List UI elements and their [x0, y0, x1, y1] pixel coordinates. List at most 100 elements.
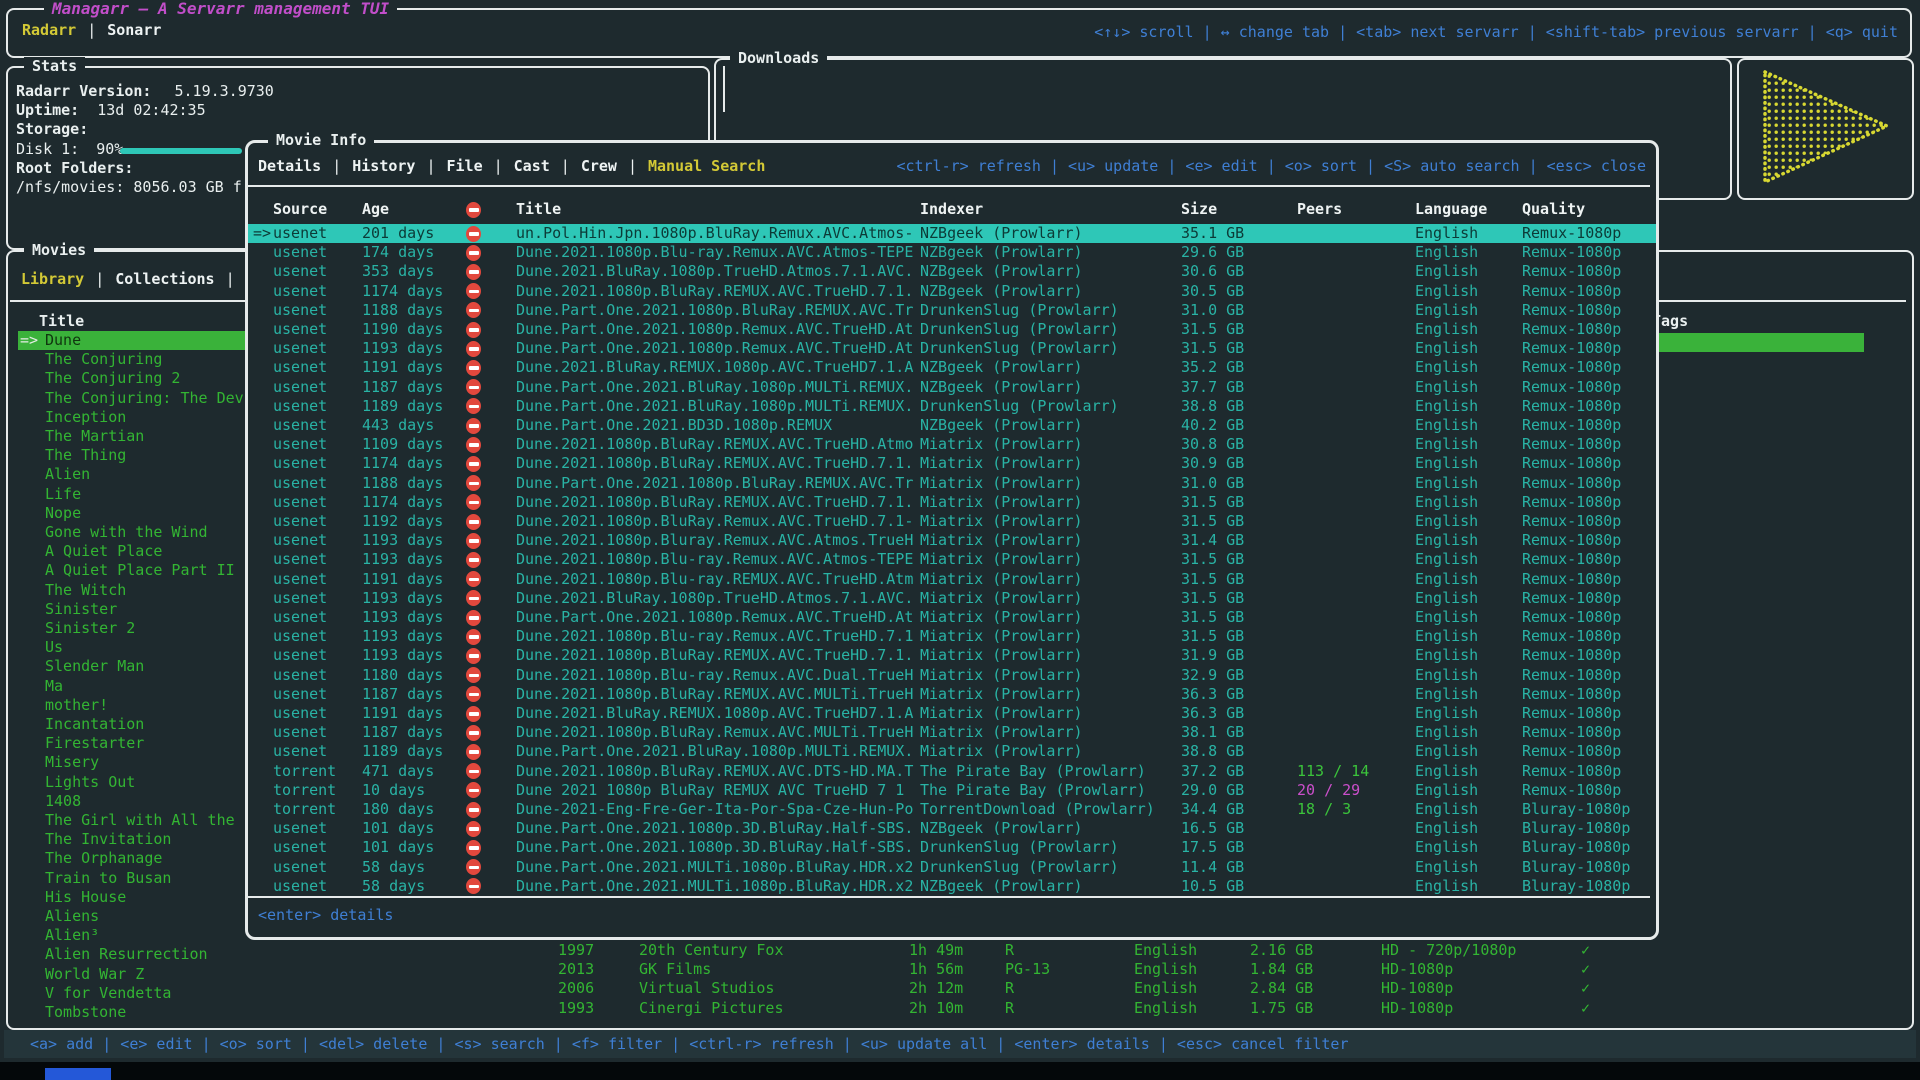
- no-entry-icon: [466, 725, 481, 741]
- tab-history[interactable]: History: [352, 157, 415, 175]
- movie-list-item[interactable]: mother!: [18, 696, 252, 715]
- indexer-cell: DrunkenSlug (Prowlarr): [920, 397, 1119, 416]
- search-result-row[interactable]: usenet1187 daysDune.2021.1080p.BluRay.RE…: [248, 685, 1656, 704]
- movie-list-item[interactable]: Train to Busan: [18, 869, 252, 888]
- search-result-row[interactable]: usenet1109 daysDune.2021.1080p.BluRay.RE…: [248, 435, 1656, 454]
- movie-list-item[interactable]: The Conjuring 2: [18, 369, 252, 388]
- language-cell: English: [1415, 742, 1478, 761]
- movie-list-item[interactable]: Slender Man: [18, 657, 252, 676]
- year-cell: 1993: [558, 999, 594, 1018]
- movie-list-item[interactable]: Inception: [18, 408, 252, 427]
- movie-table-row[interactable]: 2013GK Films1h 56mPG-13English1.84 GBHD-…: [8, 960, 1920, 979]
- search-result-row[interactable]: usenet1180 daysDune.2021.1080p.Blu-ray.R…: [248, 666, 1656, 685]
- movie-list-item[interactable]: Misery: [18, 753, 252, 772]
- quality-cell: Remux-1080p: [1522, 243, 1621, 262]
- tab-crew[interactable]: Crew: [581, 157, 617, 175]
- movie-list-item[interactable]: Life: [18, 485, 252, 504]
- tab-file[interactable]: File: [447, 157, 483, 175]
- tab-details[interactable]: Details: [258, 157, 321, 175]
- tab-sonarr[interactable]: Sonarr: [107, 21, 161, 39]
- search-result-row[interactable]: usenet58 daysDune.Part.One.2021.MULTi.10…: [248, 877, 1656, 896]
- search-result-row[interactable]: usenet1193 daysDune.2021.1080p.Blu-ray.R…: [248, 627, 1656, 646]
- movie-list-item[interactable]: =>Dune: [18, 331, 252, 350]
- tab-library[interactable]: Library: [21, 270, 84, 288]
- movie-list-item[interactable]: Firestarter: [18, 734, 252, 753]
- movie-list-item[interactable]: Lights Out: [18, 773, 252, 792]
- search-result-row[interactable]: usenet1193 daysDune.2021.BluRay.1080p.Tr…: [248, 589, 1656, 608]
- search-result-row[interactable]: usenet1188 daysDune.Part.One.2021.1080p.…: [248, 301, 1656, 320]
- search-result-row[interactable]: usenet1190 daysDune.Part.One.2021.1080p.…: [248, 320, 1656, 339]
- indexer-cell: NZBgeek (Prowlarr): [920, 378, 1083, 397]
- movie-list-item[interactable]: His House: [18, 888, 252, 907]
- movie-list-item[interactable]: Nope: [18, 504, 252, 523]
- search-table-header: Source Age Title Indexer Size Peers Lang…: [248, 200, 1656, 219]
- search-result-row[interactable]: usenet1193 daysDune.2021.1080p.Bluray.Re…: [248, 531, 1656, 550]
- movie-list-item[interactable]: A Quiet Place: [18, 542, 252, 561]
- movie-table-row[interactable]: 199720th Century Fox1h 49mREnglish2.16 G…: [8, 941, 1920, 960]
- search-result-row[interactable]: usenet443 daysDune.Part.One.2021.BD3D.10…: [248, 416, 1656, 435]
- search-result-row[interactable]: usenet1193 daysDune.2021.1080p.BluRay.RE…: [248, 646, 1656, 665]
- movie-list-item[interactable]: Incantation: [18, 715, 252, 734]
- movie-list-item[interactable]: The Witch: [18, 581, 252, 600]
- search-result-row[interactable]: torrent471 daysDune.2021.1080p.BluRay.RE…: [248, 762, 1656, 781]
- tab-manual-search[interactable]: Manual Search: [648, 157, 765, 175]
- movie-list-item[interactable]: A Quiet Place Part II: [18, 561, 252, 580]
- movie-list-item[interactable]: Alien: [18, 465, 252, 484]
- search-result-row[interactable]: usenet101 daysDune.Part.One.2021.1080p.3…: [248, 838, 1656, 857]
- search-result-row[interactable]: usenet101 daysDune.Part.One.2021.1080p.3…: [248, 819, 1656, 838]
- movie-list-item[interactable]: The Martian: [18, 427, 252, 446]
- search-result-row[interactable]: usenet1191 daysDune.2021.BluRay.REMUX.10…: [248, 704, 1656, 723]
- age-cell: 1192 days: [362, 512, 443, 531]
- search-result-row[interactable]: usenet1189 daysDune.Part.One.2021.BluRay…: [248, 397, 1656, 416]
- search-result-row[interactable]: usenet1189 daysDune.Part.One.2021.BluRay…: [248, 742, 1656, 761]
- age-cell: 58 days: [362, 858, 425, 877]
- search-result-row[interactable]: usenet58 daysDune.Part.One.2021.MULTi.10…: [248, 858, 1656, 877]
- search-result-row[interactable]: usenet1193 daysDune.Part.One.2021.1080p.…: [248, 608, 1656, 627]
- movie-list-item[interactable]: The Orphanage: [18, 849, 252, 868]
- movie-list-item[interactable]: 1408: [18, 792, 252, 811]
- indexer-cell: Miatrix (Prowlarr): [920, 589, 1083, 608]
- search-result-row[interactable]: usenet1193 daysDune.2021.1080p.Blu-ray.R…: [248, 550, 1656, 569]
- search-result-row[interactable]: usenet1174 daysDune.2021.1080p.BluRay.RE…: [248, 282, 1656, 301]
- search-result-row[interactable]: usenet1174 daysDune.2021.1080p.BluRay.RE…: [248, 493, 1656, 512]
- tab-cast[interactable]: Cast: [514, 157, 550, 175]
- movie-table-row[interactable]: 2006Virtual Studios2h 12mREnglish2.84 GB…: [8, 979, 1920, 998]
- tab-collections[interactable]: Collections: [115, 270, 214, 288]
- movie-list-item[interactable]: The Conjuring: [18, 350, 252, 369]
- search-result-row[interactable]: torrent180 daysDune-2021-Eng-Fre-Ger-Ita…: [248, 800, 1656, 819]
- tab-radarr[interactable]: Radarr: [22, 21, 76, 39]
- search-result-row[interactable]: usenet1187 daysDune.2021.1080p.BluRay.Re…: [248, 723, 1656, 742]
- search-result-row[interactable]: usenet1193 daysDune.Part.One.2021.1080p.…: [248, 339, 1656, 358]
- movie-list-item[interactable]: Sinister: [18, 600, 252, 619]
- release-title-cell: Dune.2021.1080p.BluRay.Remux.AVC.TrueHD.…: [516, 512, 913, 531]
- search-result-row[interactable]: usenet1174 daysDune.2021.1080p.BluRay.RE…: [248, 454, 1656, 473]
- search-result-row[interactable]: usenet1192 daysDune.2021.1080p.BluRay.Re…: [248, 512, 1656, 531]
- language-cell: English: [1415, 397, 1478, 416]
- search-result-row[interactable]: usenet174 daysDune.2021.1080p.Blu-ray.Re…: [248, 243, 1656, 262]
- search-result-row[interactable]: usenet1188 daysDune.Part.One.2021.1080p.…: [248, 474, 1656, 493]
- movie-list-item[interactable]: Gone with the Wind: [18, 523, 252, 542]
- movie-list-item[interactable]: The Invitation: [18, 830, 252, 849]
- search-result-row[interactable]: torrent10 daysDune 2021 1080p BluRay REM…: [248, 781, 1656, 800]
- age-cell: 1174 days: [362, 493, 443, 512]
- movie-table-row[interactable]: 1993Cinergi Pictures2h 10mREnglish1.75 G…: [8, 999, 1920, 1018]
- search-result-row[interactable]: =>usenet201 daysun.Pol.Hin.Jpn.1080p.Blu…: [248, 224, 1656, 243]
- search-result-row[interactable]: usenet353 daysDune.2021.BluRay.1080p.Tru…: [248, 262, 1656, 281]
- movie-list-item[interactable]: The Girl with All the: [18, 811, 252, 830]
- header-source: Source: [273, 200, 327, 219]
- quality-cell: Remux-1080p: [1522, 358, 1621, 377]
- movie-list-item[interactable]: Sinister 2: [18, 619, 252, 638]
- movie-list-item[interactable]: The Thing: [18, 446, 252, 465]
- search-result-row[interactable]: usenet1191 daysDune.2021.1080p.Blu-ray.R…: [248, 570, 1656, 589]
- size-cell: 31.0 GB: [1181, 301, 1244, 320]
- indexer-cell: Miatrix (Prowlarr): [920, 454, 1083, 473]
- search-result-row[interactable]: usenet1191 daysDune.2021.BluRay.REMUX.10…: [248, 358, 1656, 377]
- movie-list-item[interactable]: Us: [18, 638, 252, 657]
- movie-list-item[interactable]: The Conjuring: The Dev: [18, 389, 252, 408]
- movie-list-item[interactable]: Aliens: [18, 907, 252, 926]
- search-result-row[interactable]: usenet1187 daysDune.Part.One.2021.BluRay…: [248, 378, 1656, 397]
- stats-version-row: Radarr Version: 5.19.3.9730: [16, 82, 274, 100]
- movie-title: Gone with the Wind: [45, 523, 208, 542]
- language-cell: English: [1415, 454, 1478, 473]
- movie-list-item[interactable]: Ma: [18, 677, 252, 696]
